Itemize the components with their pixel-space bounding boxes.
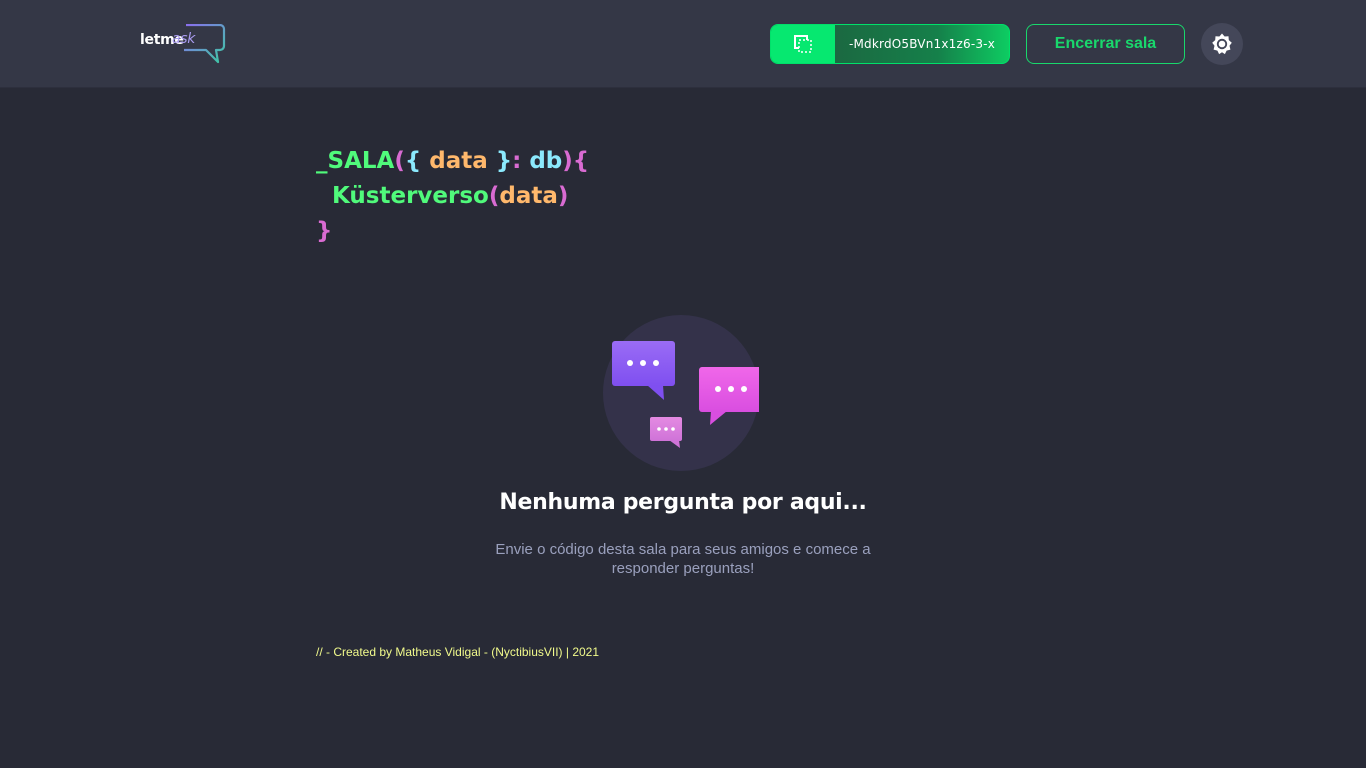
room-name: Küsterverso [332,183,489,209]
chat-bubbles-icon [603,315,759,471]
title-open-brace: { [404,148,422,174]
title-prefix: _SALA [316,148,395,174]
copy-room-code-button[interactable]: -MdkrdO5BVn1x1z6-3-x [770,24,1010,64]
room-title-line-1: _SALA({ data }: db){ [316,144,589,179]
theme-toggle-button[interactable] [1201,23,1243,65]
title-block-open: { [572,148,590,174]
title-open-paren: ( [394,148,405,174]
room-title-line-3: } [316,214,589,249]
title-type: db [521,148,563,174]
title-block-close: } [316,218,333,244]
empty-state-title: Nenhuma pergunta por aqui... [499,490,867,515]
letmeask-logo[interactable]: letme ask [140,24,230,66]
room-title: _SALA({ data }: db){ Küsterverso(data) } [316,144,589,249]
copy-icon [771,25,835,63]
empty-state-subtitle: Envie o código desta sala para seus amig… [495,541,871,577]
title-close-paren: ) [562,148,573,174]
footer-credit: // - Created by Matheus Vidigal - (Nycti… [316,645,600,659]
room-title-line-2: Küsterverso(data) [316,179,589,214]
top-header: letme ask -MdkrdO5BVn1x1z6-3-x Encerrar … [0,0,1366,88]
close-room-button[interactable]: Encerrar sala [1026,24,1185,64]
title-param: data [421,148,496,174]
title-colon: : [512,148,522,174]
logo-word-ask: ask [172,31,196,47]
sun-icon [1212,33,1232,55]
title-call-arg: data [499,183,558,209]
room-code-text: -MdkrdO5BVn1x1z6-3-x [848,37,996,51]
title-close-brace: } [495,148,513,174]
title-call-close-paren: ) [557,183,569,209]
title-call-open-paren: ( [488,183,500,209]
title-indent [316,183,332,209]
